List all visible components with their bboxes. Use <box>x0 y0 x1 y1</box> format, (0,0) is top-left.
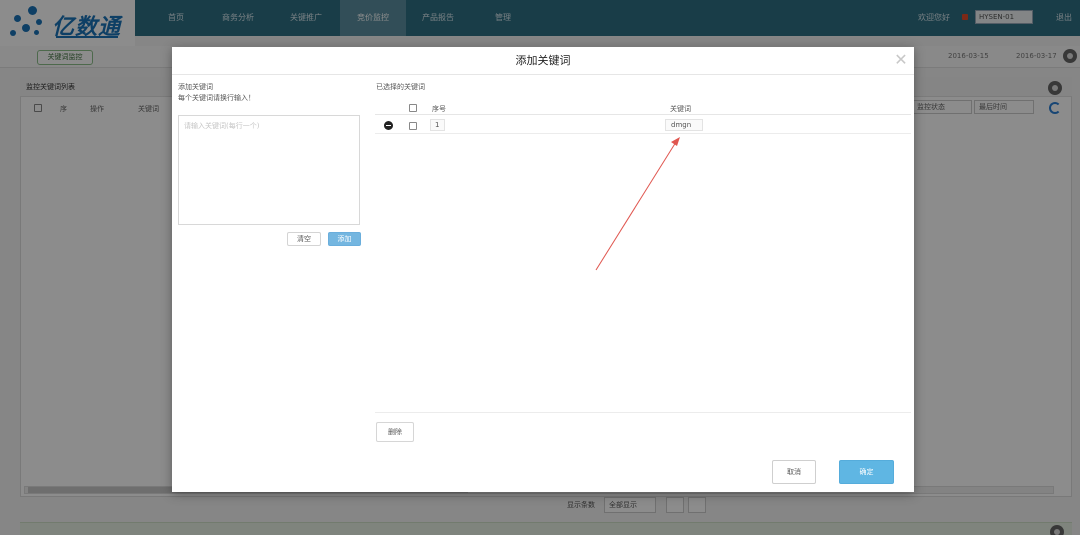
table-header-divider <box>375 114 911 115</box>
keyword-input[interactable] <box>178 115 360 225</box>
clear-button[interactable]: 清空 <box>287 232 321 246</box>
select-all-keywords-checkbox[interactable] <box>409 104 417 112</box>
delete-button[interactable]: 删除 <box>376 422 414 442</box>
column-header-keyword: 关键词 <box>670 105 691 113</box>
row-keyword: dmgn <box>671 121 692 129</box>
add-keyword-label: 添加关键词 <box>178 83 213 91</box>
column-header-index: 序号 <box>432 105 446 113</box>
confirm-button[interactable]: 确定 <box>839 460 894 484</box>
remove-row-icon[interactable] <box>384 121 393 130</box>
dialog-title: 添加关键词 <box>172 47 914 75</box>
cancel-button[interactable]: 取消 <box>772 460 816 484</box>
row-checkbox[interactable] <box>409 122 417 130</box>
table-row-divider <box>375 133 911 134</box>
close-icon[interactable]: ✕ <box>893 52 909 68</box>
selected-keywords-title: 已选择的关键词 <box>376 83 425 91</box>
add-button[interactable]: 添加 <box>328 232 361 246</box>
add-keyword-dialog: 添加关键词 ✕ 添加关键词 每个关键词请换行输入！ 清空 添加 已选择的关键词 … <box>172 47 914 492</box>
add-keyword-hint: 每个关键词请换行输入！ <box>178 94 255 102</box>
table-body-bottom <box>375 412 911 413</box>
row-index: 1 <box>435 121 440 129</box>
